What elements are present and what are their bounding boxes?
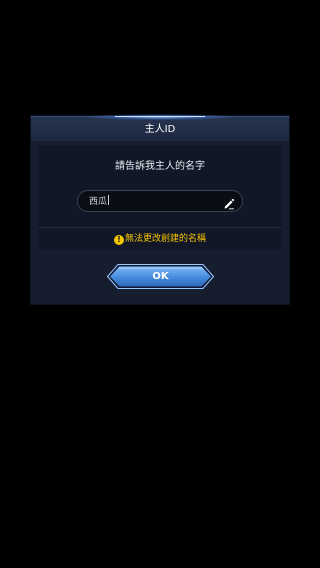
name-input-value[interactable]: 西瓜 xyxy=(89,195,110,208)
header-glow xyxy=(85,114,235,120)
dialog-body: 請告訴我主人的名字 西瓜 ! 無法更改創建的名稱 xyxy=(38,145,282,250)
divider xyxy=(38,227,282,228)
warning-text: 無法更改創建的名稱 xyxy=(124,234,206,244)
prompt-text: 請告訴我主人的名字 xyxy=(115,161,205,172)
text-caret xyxy=(108,195,110,205)
exclamation-icon: ! xyxy=(113,235,124,245)
dialog-title: 主人ID xyxy=(144,124,176,135)
warning-message: ! 無法更改創建的名稱 xyxy=(38,233,282,245)
dialog-header: 主人ID xyxy=(31,114,289,141)
name-input-text: 西瓜 xyxy=(89,197,108,207)
ok-button-label: OK xyxy=(152,271,169,282)
ok-button[interactable]: OK xyxy=(107,264,214,289)
pencil-icon[interactable] xyxy=(223,195,235,210)
name-input[interactable]: 西瓜 xyxy=(77,190,243,212)
header-highlight xyxy=(115,116,205,117)
screen: 主人ID 請告訴我主人的名字 西瓜 ! 無法更改創建的名稱 OK xyxy=(0,0,320,568)
